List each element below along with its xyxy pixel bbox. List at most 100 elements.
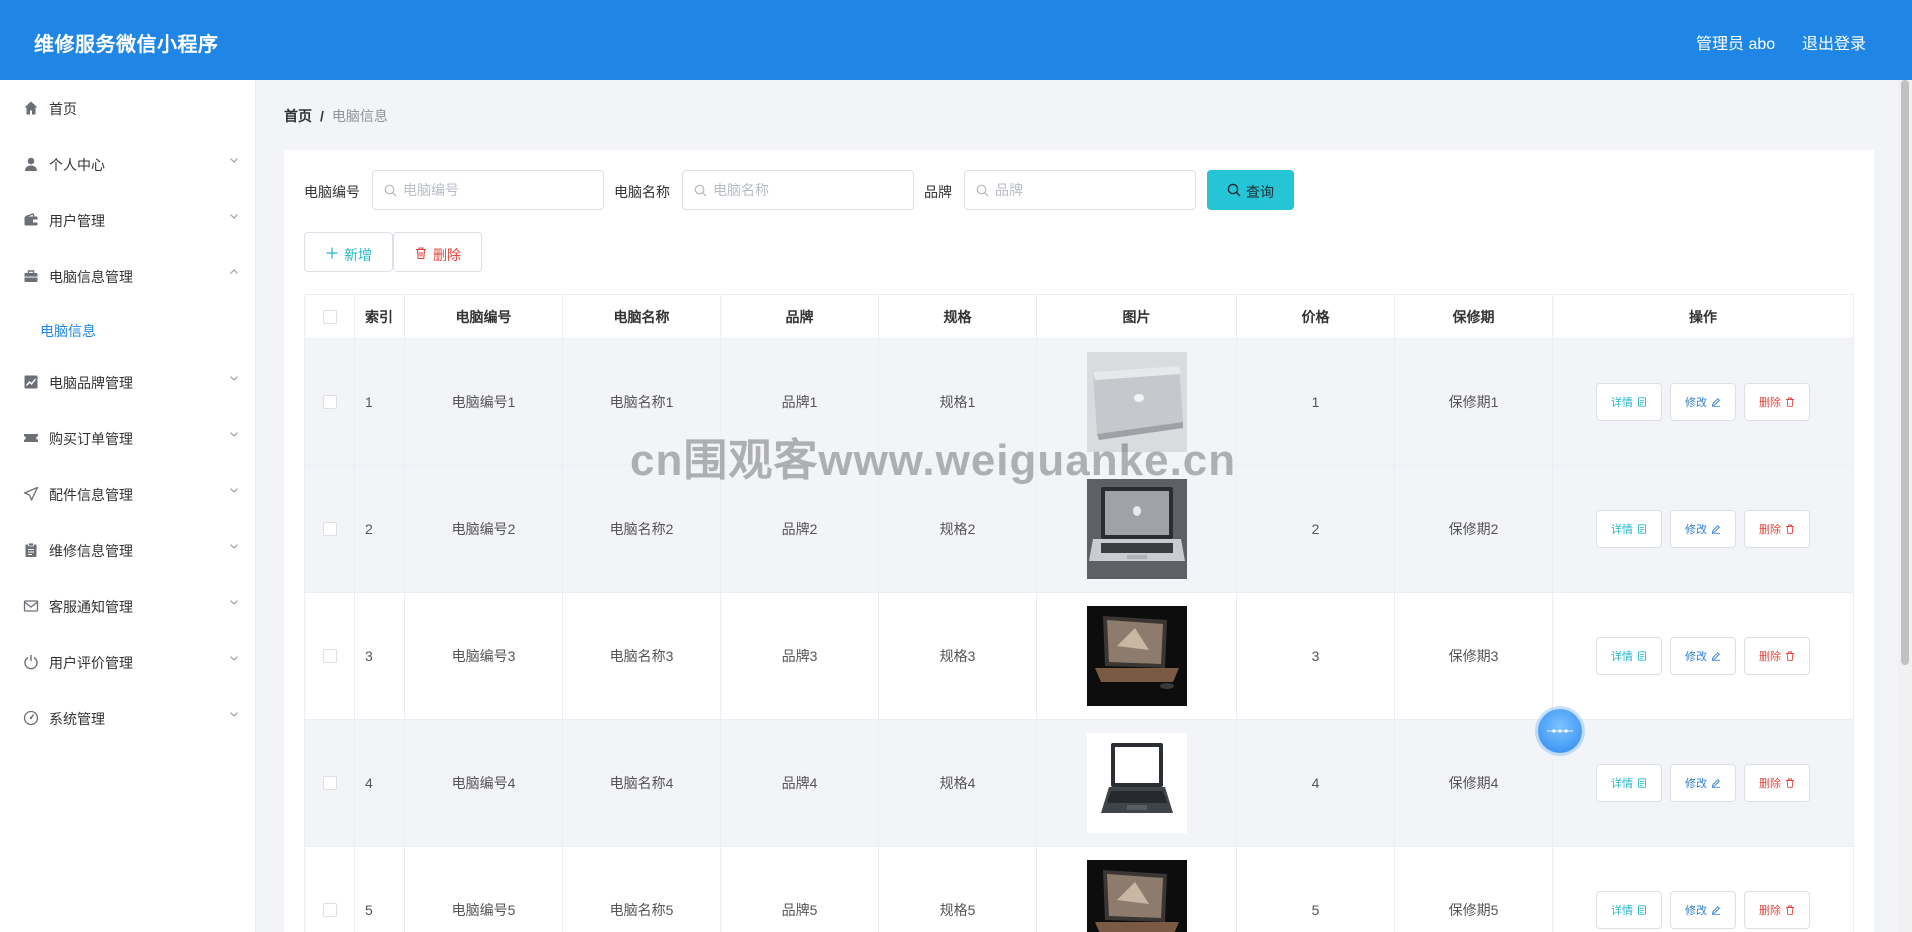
- row-code: 电脑编号2: [405, 466, 563, 592]
- laptop-thumbnail[interactable]: [1086, 479, 1187, 579]
- delete-button-label: 删除: [1759, 905, 1781, 917]
- sidebar-item-parts-management[interactable]: 配件信息管理: [0, 472, 256, 516]
- chart-icon: [24, 375, 38, 389]
- table-row: 1 电脑编号1 电脑名称1 品牌1 规格1 1 保修期1 详情 修改 删除: [305, 339, 1853, 466]
- row-image-cell: [1037, 847, 1237, 932]
- row-checkbox[interactable]: [322, 395, 337, 409]
- row-image-cell: [1037, 339, 1237, 465]
- detail-button[interactable]: 详情: [1596, 891, 1662, 929]
- row-checkbox[interactable]: [322, 776, 337, 790]
- row-index: 4: [355, 720, 405, 846]
- floating-assistant-button[interactable]: [1538, 709, 1582, 753]
- header-checkbox-cell: [305, 295, 355, 338]
- user-icon: [25, 157, 37, 171]
- row-operations: 详情 修改 删除: [1553, 593, 1853, 719]
- logout-link[interactable]: 退出登录: [1802, 30, 1866, 54]
- sidebar-item-computer-info-management[interactable]: 电脑信息管理: [0, 254, 256, 298]
- edit-button[interactable]: 修改: [1670, 383, 1736, 421]
- sidebar-item-label: 配件信息管理: [49, 487, 133, 503]
- edit-button[interactable]: 修改: [1670, 891, 1736, 929]
- sidebar-subitem-computer-info[interactable]: 电脑信息: [0, 310, 256, 350]
- detail-button[interactable]: 详情: [1596, 510, 1662, 548]
- row-index: 2: [355, 466, 405, 592]
- detail-button-label: 详情: [1611, 905, 1633, 917]
- query-button[interactable]: 查询: [1207, 170, 1294, 210]
- row-price: 5: [1237, 847, 1395, 932]
- laptop-thumbnail[interactable]: [1086, 860, 1187, 932]
- laptop-thumbnail[interactable]: [1086, 352, 1187, 452]
- detail-button[interactable]: 详情: [1596, 637, 1662, 675]
- chevron-down-icon: [230, 376, 238, 381]
- laptop-thumbnail[interactable]: [1086, 733, 1187, 833]
- admin-label: 管理员 abo: [1696, 36, 1776, 53]
- sidebar-item-personal-center[interactable]: 个人中心: [0, 142, 256, 186]
- header-name: 电脑名称: [563, 295, 721, 338]
- row-brand: 品牌3: [721, 593, 879, 719]
- brand-search-input[interactable]: [995, 179, 1185, 201]
- row-checkbox[interactable]: [322, 903, 337, 917]
- edit-button[interactable]: 修改: [1670, 510, 1736, 548]
- query-button-label: 查询: [1246, 184, 1274, 200]
- open-laptop-image: [1086, 479, 1187, 579]
- name-search-input[interactable]: [713, 179, 903, 201]
- pencil-icon: [1711, 525, 1720, 534]
- page-scrollbar[interactable]: [1898, 80, 1912, 932]
- sidebar-item-label: 用户管理: [49, 213, 105, 229]
- row-price: 3: [1237, 593, 1395, 719]
- sidebar-item-system-management[interactable]: 系统管理: [0, 696, 256, 740]
- detail-button[interactable]: 详情: [1596, 383, 1662, 421]
- sidebar: 首页 个人中心 用户管理 电脑信息管理 电脑信息 电脑品牌管理 购买订单管理 配…: [0, 80, 256, 932]
- edit-button-label: 修改: [1685, 524, 1707, 536]
- select-all-checkbox[interactable]: [322, 309, 337, 324]
- add-button[interactable]: 新增: [304, 232, 393, 272]
- delete-button[interactable]: 删除: [1744, 764, 1810, 802]
- row-brand: 品牌4: [721, 720, 879, 846]
- breadcrumb-home[interactable]: 首页: [284, 108, 312, 124]
- row-checkbox[interactable]: [322, 522, 337, 536]
- sidebar-item-home[interactable]: 首页: [0, 86, 256, 130]
- batch-delete-button[interactable]: 删除: [393, 232, 482, 272]
- delete-button[interactable]: 删除: [1744, 510, 1810, 548]
- sidebar-item-label: 个人中心: [49, 157, 105, 173]
- row-spec: 规格3: [879, 593, 1037, 719]
- delete-button[interactable]: 删除: [1744, 383, 1810, 421]
- delete-button[interactable]: 删除: [1744, 637, 1810, 675]
- delete-button-label: 删除: [1759, 397, 1781, 409]
- chevron-down-icon: [230, 432, 238, 437]
- trash-icon: [1786, 651, 1794, 661]
- detail-button-label: 详情: [1611, 397, 1633, 409]
- app-title: 维修服务微信小程序: [34, 34, 219, 56]
- table-row: 3 电脑编号3 电脑名称3 品牌3 规格3 3 保修期3 详情 修改 删除: [305, 593, 1853, 720]
- sidebar-item-order-management[interactable]: 购买订单管理: [0, 416, 256, 460]
- row-warranty: 保修期3: [1395, 593, 1553, 719]
- edit-button[interactable]: 修改: [1670, 764, 1736, 802]
- detail-button-label: 详情: [1611, 651, 1633, 663]
- sidebar-item-review-management[interactable]: 用户评价管理: [0, 640, 256, 684]
- computer-table: 索引 电脑编号 电脑名称 品牌 规格 图片 价格 保修期 操作 1 电脑编号1 …: [304, 294, 1854, 932]
- trash-icon: [1786, 905, 1794, 915]
- scrollbar-thumb[interactable]: [1901, 80, 1909, 665]
- edit-button-label: 修改: [1685, 905, 1707, 917]
- gauge-icon: [23, 710, 39, 726]
- chevron-down-icon: [230, 656, 238, 661]
- clipboard-icon: [25, 542, 37, 557]
- code-search-input[interactable]: [403, 179, 593, 201]
- row-checkbox[interactable]: [322, 649, 337, 663]
- table-row: 4 电脑编号4 电脑名称4 品牌4 规格4 4 保修期4 详情 修改 删除: [305, 720, 1853, 847]
- trash-icon: [416, 247, 426, 260]
- document-icon: [1638, 397, 1646, 407]
- delete-button-label: 删除: [1759, 778, 1781, 790]
- sidebar-item-brand-management[interactable]: 电脑品牌管理: [0, 360, 256, 404]
- edit-button-label: 修改: [1685, 651, 1707, 663]
- sidebar-item-repair-management[interactable]: 维修信息管理: [0, 528, 256, 572]
- chevron-down-icon: [230, 544, 238, 549]
- delete-button[interactable]: 删除: [1744, 891, 1810, 929]
- sidebar-item-notice-management[interactable]: 客服通知管理: [0, 584, 256, 628]
- breadcrumb-separator: /: [320, 108, 324, 124]
- row-brand: 品牌2: [721, 466, 879, 592]
- laptop-thumbnail[interactable]: [1086, 606, 1187, 706]
- detail-button[interactable]: 详情: [1596, 764, 1662, 802]
- edit-button[interactable]: 修改: [1670, 637, 1736, 675]
- row-price: 2: [1237, 466, 1395, 592]
- sidebar-item-user-management[interactable]: 用户管理: [0, 198, 256, 242]
